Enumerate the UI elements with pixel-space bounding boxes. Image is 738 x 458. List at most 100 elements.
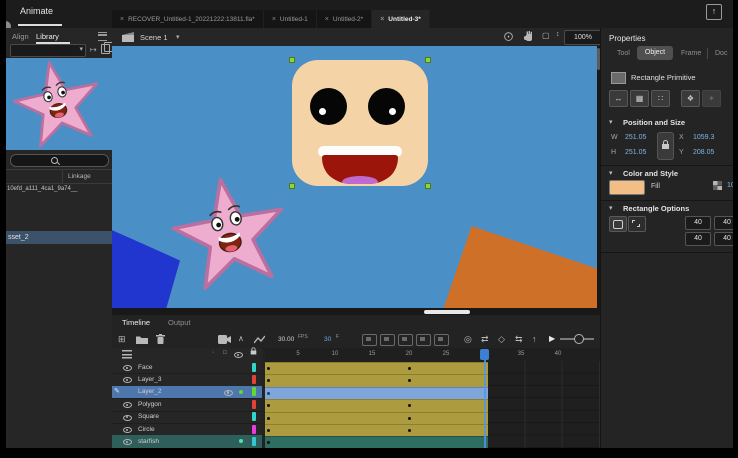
rounded-corner-toggle[interactable] [609,216,627,232]
close-icon[interactable]: × [325,16,329,23]
layer-name[interactable]: Square [138,413,159,420]
layer-color-swatch[interactable] [252,425,256,434]
onion-outline-button[interactable] [398,334,413,346]
modify-markers-button[interactable] [434,334,449,346]
selection-handle[interactable] [425,57,431,63]
corner-radius-tl-field[interactable]: 40 [685,216,711,230]
scene-name[interactable]: Scene 1 [140,33,168,42]
corner-radius-bl-field[interactable]: 40 [685,232,711,246]
lock-column-icon[interactable] [251,350,257,354]
delete-layer-icon[interactable] [156,334,165,344]
center-playhead-icon[interactable]: ◇ [498,333,505,345]
keyframe-dot[interactable] [267,392,270,395]
chevron-down-icon[interactable]: ▾ [176,33,180,41]
corner-link-toggle[interactable] [628,216,646,232]
graph-editor-icon[interactable] [254,335,265,344]
camera-icon[interactable] [218,335,231,344]
keyframe-dot[interactable] [408,417,411,420]
collapse-icon[interactable]: ▾ [609,118,613,126]
loop-button[interactable] [362,334,377,346]
edit-multiple-frames-button[interactable] [416,334,431,346]
share-icon[interactable]: ↑ [706,4,722,20]
y-value[interactable]: 208.05 [693,149,714,156]
tab-tool[interactable]: Tool [617,50,630,57]
eye-icon[interactable] [123,437,132,445]
eye-icon[interactable] [123,425,132,433]
height-value[interactable]: 251.05 [625,149,646,156]
tab-frame[interactable]: Frame [681,50,701,57]
layer-name[interactable]: Circle [138,426,155,433]
new-layer-icon[interactable]: ⊞ [118,333,126,345]
frame-span-layer3[interactable] [265,374,488,386]
close-icon[interactable]: × [120,16,124,23]
close-icon[interactable]: × [380,16,384,23]
frame-span-circle[interactable] [265,424,488,436]
clapperboard-icon[interactable] [122,32,134,42]
onion-skin-button[interactable] [380,334,395,346]
tab-library[interactable]: Library [36,32,59,41]
layer-row-layer2-selected[interactable]: ✎ Layer_2 [112,386,262,399]
tab-doc[interactable]: Doc [715,50,727,57]
x-value[interactable]: 1059.3 [693,134,714,141]
close-icon[interactable]: × [272,16,276,23]
layer-name[interactable]: Polygon [138,401,162,408]
step-forward-icon[interactable]: ⇆ [515,333,523,345]
playhead-marker[interactable] [480,349,489,360]
layer-row-starfish[interactable]: starfish [112,435,262,448]
library-search-input[interactable] [10,154,109,167]
corner-radius-br-field[interactable]: 40 [714,232,733,246]
library-item-asset[interactable]: 10efd_a111_4ca1_9a74__ [7,186,78,192]
hide-layer-icon[interactable] [224,388,233,396]
layer-row-square[interactable]: Square [112,411,262,424]
panel-menu-icon[interactable] [98,32,107,41]
keyframe-dot[interactable] [267,417,270,420]
frame-span-square[interactable] [265,412,488,424]
publish-settings-button[interactable]: ❖ [681,90,700,107]
position-size-section-header[interactable]: Position and Size [623,118,685,127]
layer-row-circle[interactable]: Circle [112,423,262,436]
canvas-horizontal-scrollbar[interactable] [112,308,600,315]
frame-span-layer2-selected[interactable] [265,387,488,399]
library-document-select[interactable]: ▾ [10,44,86,57]
layer-name[interactable]: Layer_3 [138,376,162,383]
tab-align[interactable]: Align [12,32,29,41]
selection-handle[interactable] [289,183,295,189]
layer-row-face[interactable]: Face [112,361,262,374]
tab-output[interactable]: Output [168,318,191,327]
layer-color-swatch[interactable] [252,412,256,421]
library-item-selected[interactable]: sset_2 [6,231,112,244]
export-animation-icon[interactable]: ↑ [532,333,537,345]
collapse-icon[interactable]: ▾ [609,169,613,177]
layers-stack-icon[interactable] [122,350,132,359]
keyframe-dot[interactable] [408,379,411,382]
frame-span-starfish[interactable] [265,436,488,448]
filters-button[interactable]: ✶ [702,90,721,107]
outline-column-icon[interactable]: □ [223,350,227,356]
layer-name[interactable]: starfish [138,438,159,445]
show-hide-column-icon[interactable] [234,350,243,358]
library-list-header[interactable]: Linkage [6,169,112,184]
clip-content-icon[interactable]: ▢ [542,31,550,40]
layer-color-swatch[interactable] [252,437,256,446]
layer-color-swatch[interactable] [252,400,256,409]
eye-icon[interactable] [123,400,132,408]
keyframe-dot[interactable] [408,404,411,407]
keyframe-dot[interactable] [408,429,411,432]
center-stage-icon[interactable]: ⨀ [504,31,513,42]
layer-name[interactable]: Face [138,364,152,371]
eye-icon[interactable] [123,363,132,371]
frame-span-face[interactable] [265,362,488,374]
current-frame-value[interactable]: 30 [324,336,331,343]
play-button[interactable]: ▶ [549,333,555,345]
layer-row-polygon[interactable]: Polygon [112,398,262,411]
keyframe-dot[interactable] [267,429,270,432]
width-value[interactable]: 251.05 [625,134,646,141]
doc-tab-untitled-2[interactable]: × Untitled-2* [317,10,372,28]
rectangle-options-section-header[interactable]: Rectangle Options [623,204,689,213]
doc-tab-untitled-1[interactable]: × Untitled-1 [264,10,317,28]
layer-color-swatch[interactable] [252,375,256,384]
keyframe-dot[interactable] [408,367,411,370]
face-rectangle-primitive[interactable] [292,60,428,186]
highlight-column-icon[interactable]: · [212,349,214,356]
fps-value[interactable]: 30.00 [278,336,294,343]
